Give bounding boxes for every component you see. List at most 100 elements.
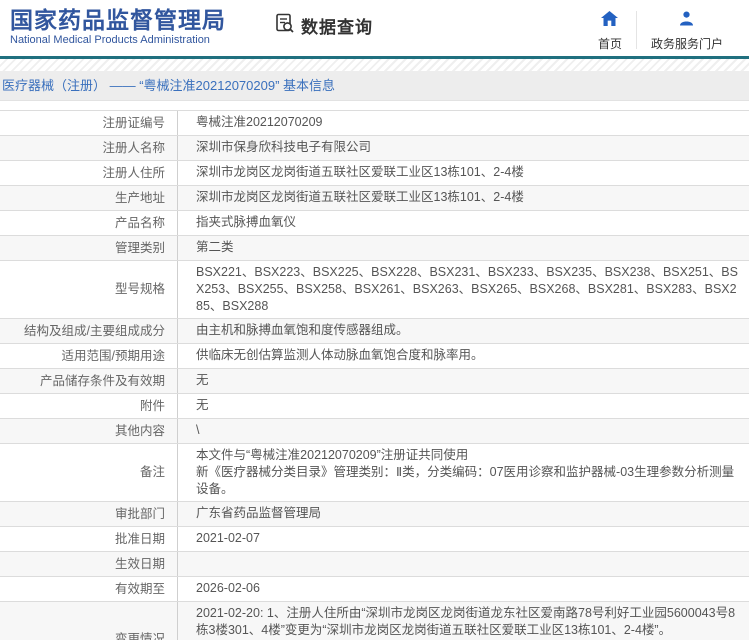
row-label-text: 管理类别 — [115, 240, 165, 257]
row-value: 本文件与“粤械注准20212070209”注册证共同使用新《医疗器械分类目录》管… — [178, 444, 749, 501]
row-label: 审批部门 — [0, 502, 178, 526]
row-value: 粤械注准20212070209 — [178, 111, 749, 135]
row-value-text: 2026-02-06 — [196, 580, 741, 597]
row-value: 供临床无创估算监测人体动脉血氧饱合度和脉率用。 — [178, 344, 749, 368]
row-label: 变更情况 — [0, 602, 178, 640]
row-value: 深圳市龙岗区龙岗街道五联社区爱联工业区13栋101、2-4楼 — [178, 161, 749, 185]
row-label: 适用范围/预期用途 — [0, 344, 178, 368]
row-value: 2021-02-07 — [178, 527, 749, 551]
data-query-label: 数据查询 — [301, 13, 373, 38]
row-label: 附件 — [0, 394, 178, 418]
table-row: 有效期至 2026-02-06 — [0, 577, 749, 602]
row-value-text — [196, 555, 741, 572]
header-nav: 首页 政务服务门户 — [584, 9, 737, 54]
row-value: BSX221、BSX223、BSX225、BSX228、BSX231、BSX23… — [178, 261, 749, 318]
row-value-text: 由主机和脉搏血氧饱和度传感器组成。 — [196, 322, 741, 339]
row-value-text: 无 — [196, 397, 741, 414]
nav-portal-label: 政务服务门户 — [651, 35, 723, 52]
table-row: 批准日期 2021-02-07 — [0, 527, 749, 552]
row-label: 型号规格 — [0, 261, 178, 318]
row-value-text: \ — [196, 422, 741, 439]
row-label-text: 注册证编号 — [102, 115, 165, 132]
table-row: 注册人名称 深圳市保身欣科技电子有限公司 — [0, 136, 749, 161]
row-value-line: 本文件与“粤械注准20212070209”注册证共同使用 — [196, 447, 741, 464]
row-label-text: 其他内容 — [115, 423, 165, 440]
row-label-text: 产品储存条件及有效期 — [40, 373, 165, 390]
row-value-text: BSX221、BSX223、BSX225、BSX228、BSX231、BSX23… — [196, 264, 741, 315]
row-label-text: 注册人住所 — [102, 165, 165, 182]
table-row: 备注本文件与“粤械注准20212070209”注册证共同使用新《医疗器械分类目录… — [0, 444, 749, 502]
row-value: 第二类 — [178, 236, 749, 260]
breadcrumb-text: 医疗器械（注册） —— “粤械注准20212070209” 基本信息 — [2, 78, 335, 93]
row-label: 有效期至 — [0, 577, 178, 601]
row-value — [178, 552, 749, 576]
row-label-text: 附件 — [140, 398, 165, 415]
nav-home-label: 首页 — [598, 35, 622, 52]
row-value: 2021-02-20: 1、注册人住所由“深圳市龙岗区龙岗街道龙东社区爱南路78… — [178, 602, 749, 640]
row-label-text: 有效期至 — [115, 581, 165, 598]
nav-portal[interactable]: 政务服务门户 — [637, 9, 737, 54]
row-label: 注册人住所 — [0, 161, 178, 185]
row-value-text: 第二类 — [196, 239, 741, 256]
row-label: 批准日期 — [0, 527, 178, 551]
table-row: 产品储存条件及有效期 无 — [0, 369, 749, 394]
row-label-text: 生效日期 — [115, 556, 165, 573]
row-label: 产品储存条件及有效期 — [0, 369, 178, 393]
row-value-text: 深圳市保身欣科技电子有限公司 — [196, 139, 741, 156]
row-value-text: 无 — [196, 372, 741, 389]
table-row: 适用范围/预期用途 供临床无创估算监测人体动脉血氧饱合度和脉率用。 — [0, 344, 749, 369]
nav-home[interactable]: 首页 — [584, 9, 636, 54]
user-icon — [679, 11, 694, 31]
row-value-text: 广东省药品监督管理局 — [196, 505, 741, 522]
row-label-text: 注册人名称 — [102, 140, 165, 157]
row-label-text: 变更情况 — [115, 631, 165, 640]
stripe-band — [0, 59, 749, 71]
row-value: \ — [178, 419, 749, 443]
table-row: 产品名称 指夹式脉搏血氧仪 — [0, 211, 749, 236]
row-value: 无 — [178, 394, 749, 418]
table-row: 审批部门 广东省药品监督管理局 — [0, 502, 749, 527]
nmpa-logo[interactable]: 国家药品监督管理局 National Medical Products Admi… — [10, 7, 226, 47]
table-row: 型号规格 BSX221、BSX223、BSX225、BSX228、BSX231、B… — [0, 261, 749, 319]
table-row: 注册证编号 粤械注准20212070209 — [0, 111, 749, 136]
row-label: 注册人名称 — [0, 136, 178, 160]
info-table: 注册证编号粤械注准20212070209注册人名称深圳市保身欣科技电子有限公司注… — [0, 110, 749, 640]
row-label: 备注 — [0, 444, 178, 501]
row-label-text: 批准日期 — [115, 531, 165, 548]
table-row: 注册人住所 深圳市龙岗区龙岗街道五联社区爱联工业区13栋101、2-4楼 — [0, 161, 749, 186]
row-label: 结构及组成/主要组成成分 — [0, 319, 178, 343]
row-value-text: 深圳市龙岗区龙岗街道五联社区爱联工业区13栋101、2-4楼 — [196, 164, 741, 181]
row-value-text: 供临床无创估算监测人体动脉血氧饱合度和脉率用。 — [196, 347, 741, 364]
table-row: 附件 无 — [0, 394, 749, 419]
home-icon — [601, 11, 618, 31]
row-value-line: 新《医疗器械分类目录》管理类别：Ⅱ类，分类编码：07医用诊察和监护器械-03生理… — [196, 464, 741, 498]
row-label: 生产地址 — [0, 186, 178, 210]
row-label: 管理类别 — [0, 236, 178, 260]
row-label-text: 生产地址 — [115, 190, 165, 207]
row-label-text: 备注 — [140, 464, 165, 481]
row-value-text: 指夹式脉搏血氧仪 — [196, 214, 741, 231]
table-row: 生产地址深圳市龙岗区龙岗街道五联社区爱联工业区13栋101、2-4楼 — [0, 186, 749, 211]
table-row: 结构及组成/主要组成成分 由主机和脉搏血氧饱和度传感器组成。 — [0, 319, 749, 344]
row-value: 无 — [178, 369, 749, 393]
row-value: 深圳市保身欣科技电子有限公司 — [178, 136, 749, 160]
page: 国家药品监督管理局 National Medical Products Admi… — [0, 0, 749, 640]
table-row: 其他内容 \ — [0, 419, 749, 444]
row-value: 2026-02-06 — [178, 577, 749, 601]
row-value: 指夹式脉搏血氧仪 — [178, 211, 749, 235]
row-value: 由主机和脉搏血氧饱和度传感器组成。 — [178, 319, 749, 343]
content-gap — [0, 101, 749, 110]
logo-subtitle: National Medical Products Administration — [10, 33, 226, 47]
row-value-line: 2021-02-20: 1、注册人住所由“深圳市龙岗区龙岗街道龙东社区爱南路78… — [196, 605, 741, 639]
table-row: 生效日期 — [0, 552, 749, 577]
row-label: 其他内容 — [0, 419, 178, 443]
row-label-text: 型号规格 — [115, 281, 165, 298]
row-value: 广东省药品监督管理局 — [178, 502, 749, 526]
data-query-button[interactable]: 数据查询 — [274, 12, 373, 39]
table-row: 管理类别 第二类 — [0, 236, 749, 261]
row-label-text: 产品名称 — [115, 215, 165, 232]
row-label: 生效日期 — [0, 552, 178, 576]
row-label-text: 适用范围/预期用途 — [62, 348, 165, 365]
breadcrumb: 医疗器械（注册） —— “粤械注准20212070209” 基本信息 — [0, 71, 749, 101]
row-value-text: 粤械注准20212070209 — [196, 114, 741, 131]
